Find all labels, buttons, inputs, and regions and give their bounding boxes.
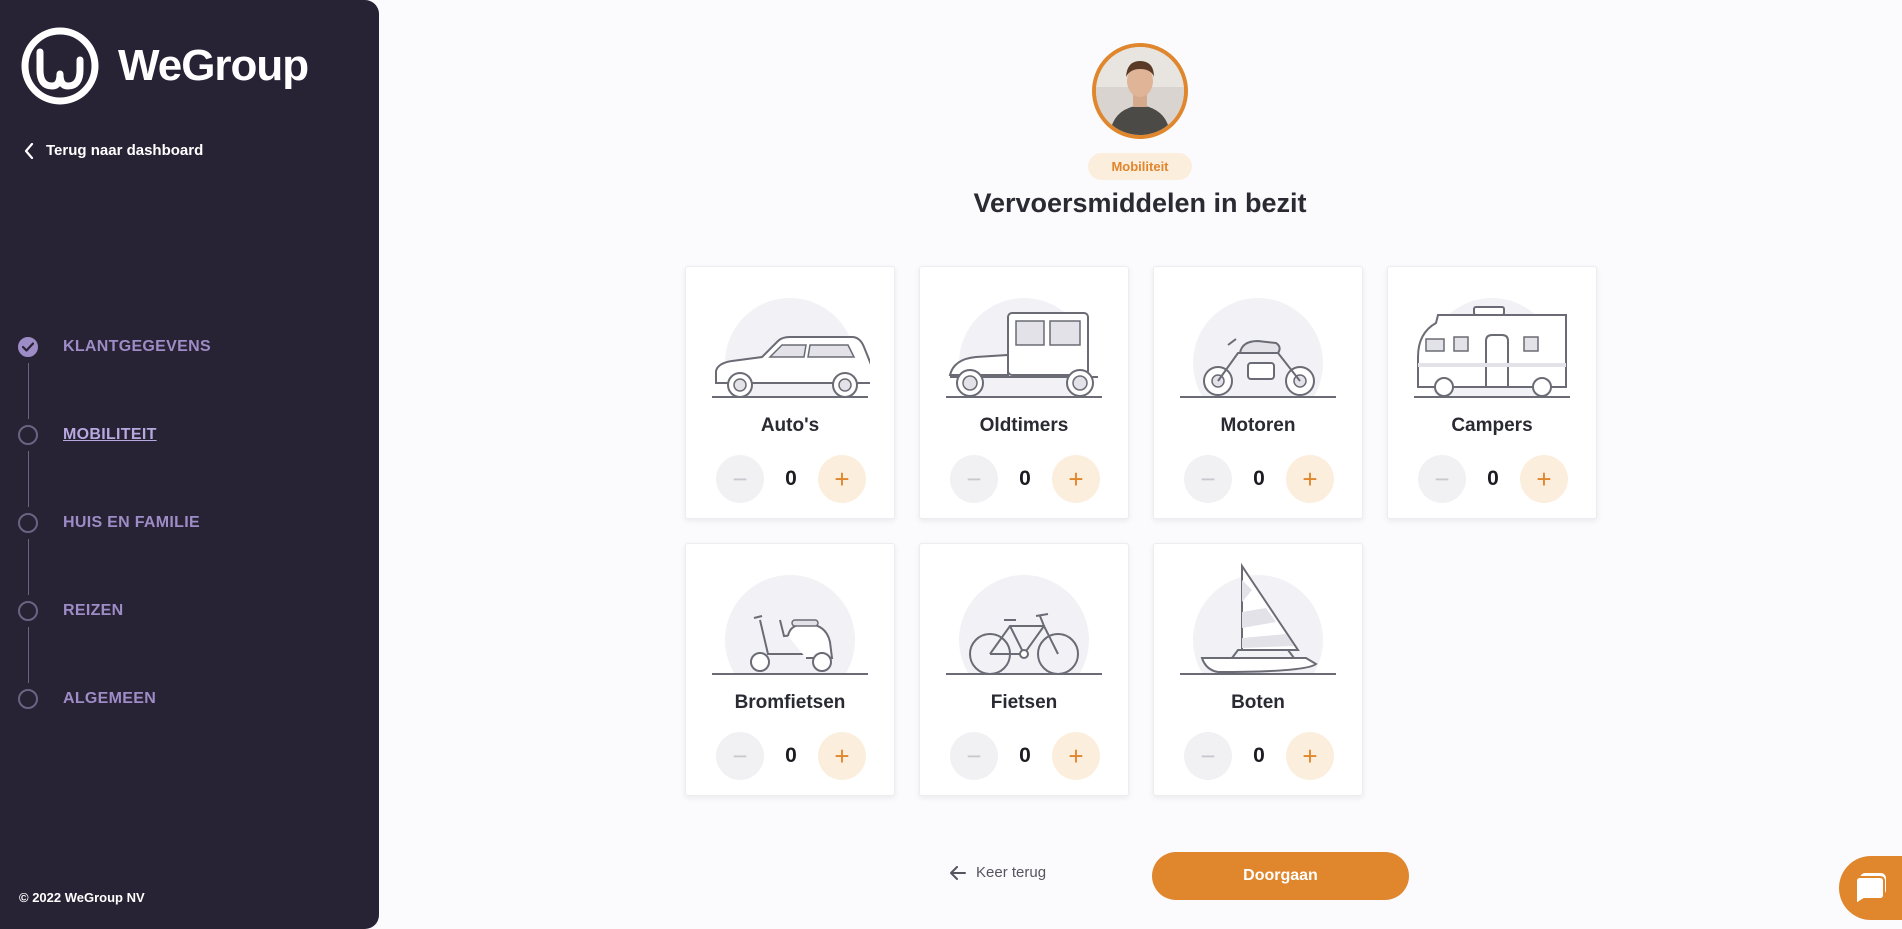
quantity-value: 0 (1019, 744, 1031, 767)
increment-button[interactable]: + (1286, 455, 1334, 503)
decrement-button[interactable]: − (716, 732, 764, 780)
logo: WeGroup (20, 26, 309, 106)
back-button[interactable]: Keer terug (950, 864, 1046, 881)
vehicle-card-boten: Boten − 0 + (1153, 543, 1363, 796)
quantity-value: 0 (785, 467, 797, 490)
quantity-value: 0 (785, 744, 797, 767)
step-label: ALGEMEEN (63, 690, 157, 707)
increment-button[interactable]: + (818, 455, 866, 503)
copyright: © 2022 WeGroup NV (19, 890, 145, 905)
back-to-dashboard-link[interactable]: Terug naar dashboard (24, 142, 203, 159)
page-title: Vervoersmiddelen in bezit (973, 188, 1307, 218)
step-circle-icon (18, 425, 38, 445)
decrement-button[interactable]: − (716, 455, 764, 503)
person-photo-icon (1096, 47, 1184, 135)
step-connector (28, 451, 29, 507)
increment-button[interactable]: + (1286, 732, 1334, 780)
step-algemeen[interactable]: ALGEMEEN (18, 689, 358, 777)
vehicle-name: Motoren (1220, 415, 1296, 436)
vehicle-card-motoren: Motoren − 0 + (1153, 266, 1363, 519)
vehicle-name: Auto's (760, 415, 820, 436)
increment-button[interactable]: + (1052, 732, 1100, 780)
step-mobiliteit[interactable]: MOBILITEIT (18, 425, 358, 513)
quantity-value: 0 (1253, 467, 1265, 490)
back-to-dashboard-label: Terug naar dashboard (46, 142, 204, 159)
decrement-button[interactable]: − (1418, 455, 1466, 503)
step-reizen[interactable]: REIZEN (18, 601, 358, 689)
brand-name: WeGroup (118, 41, 309, 90)
oldtimer-icon (944, 298, 1104, 413)
camper-icon (1412, 298, 1572, 413)
wegroup-logo-icon (21, 27, 99, 105)
quantity-stepper: − 0 + (1184, 455, 1334, 503)
bicycle-icon (944, 575, 1104, 690)
step-circle-icon (18, 601, 38, 621)
decrement-button[interactable]: − (950, 732, 998, 780)
quantity-stepper: − 0 + (1184, 732, 1334, 780)
step-label: REIZEN (63, 602, 124, 619)
vehicle-card-oldtimers: Oldtimers − 0 + (919, 266, 1129, 519)
quantity-stepper: − 0 + (950, 455, 1100, 503)
vehicle-name: Campers (1451, 415, 1533, 436)
vehicle-card-fietsen: Fietsen − 0 + (919, 543, 1129, 796)
continue-button[interactable]: Doorgaan (1152, 852, 1409, 900)
quantity-stepper: − 0 + (716, 732, 866, 780)
advisor-avatar (1092, 43, 1188, 139)
check-icon (18, 337, 38, 357)
decrement-button[interactable]: − (950, 455, 998, 503)
step-klantgegevens[interactable]: KLANTGEGEVENS (18, 337, 358, 425)
step-label: HUIS EN FAMILIE (63, 514, 200, 531)
step-connector (28, 627, 29, 683)
quantity-value: 0 (1253, 744, 1265, 767)
motorcycle-icon (1178, 298, 1338, 413)
quantity-stepper: − 0 + (716, 455, 866, 503)
decrement-button[interactable]: − (1184, 732, 1232, 780)
chat-bubble-icon (1854, 873, 1886, 905)
vehicle-name: Fietsen (990, 692, 1058, 713)
car-icon (710, 298, 870, 413)
step-connector (28, 539, 29, 595)
step-circle-icon (18, 689, 38, 709)
vehicle-name: Oldtimers (979, 415, 1069, 436)
quantity-stepper: − 0 + (1418, 455, 1568, 503)
progress-steps: KLANTGEGEVENS MOBILITEIT HUIS EN FAMILIE… (18, 337, 358, 777)
chevron-left-icon (24, 142, 34, 159)
step-label: MOBILITEIT (63, 426, 157, 443)
step-connector (28, 363, 29, 419)
arrow-left-icon (950, 865, 966, 880)
vehicle-name: Boten (1231, 692, 1285, 713)
vehicle-name: Bromfietsen (734, 692, 846, 713)
step-label: KLANTGEGEVENS (63, 338, 211, 355)
vehicle-card-campers: Campers − 0 + (1387, 266, 1597, 519)
vehicle-card-bromfietsen: Bromfietsen − 0 + (685, 543, 895, 796)
scooter-icon (710, 575, 870, 690)
quantity-value: 0 (1487, 467, 1499, 490)
sidebar: WeGroup Terug naar dashboard KLANTGEGEVE… (0, 0, 379, 929)
quantity-value: 0 (1019, 467, 1031, 490)
decrement-button[interactable]: − (1184, 455, 1232, 503)
step-circle-icon (18, 513, 38, 533)
increment-button[interactable]: + (818, 732, 866, 780)
quantity-stepper: − 0 + (950, 732, 1100, 780)
vehicle-card-autos: Auto's − 0 + (685, 266, 895, 519)
chat-launcher-button[interactable] (1839, 856, 1902, 920)
step-huis-en-familie[interactable]: HUIS EN FAMILIE (18, 513, 358, 601)
sailboat-icon (1178, 562, 1338, 690)
increment-button[interactable]: + (1052, 455, 1100, 503)
category-pill: Mobiliteit (1088, 153, 1192, 180)
back-button-label: Keer terug (976, 864, 1047, 881)
increment-button[interactable]: + (1520, 455, 1568, 503)
